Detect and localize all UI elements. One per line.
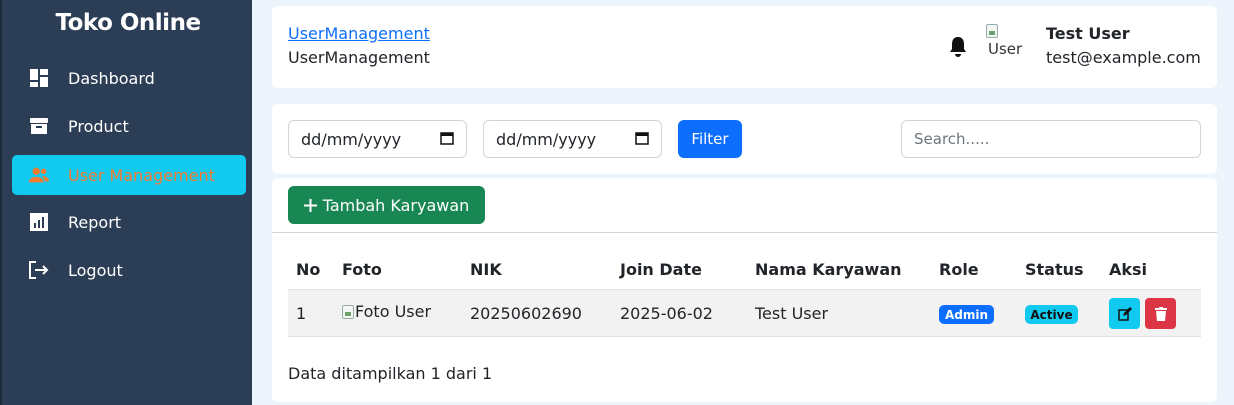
edit-icon xyxy=(1117,306,1132,321)
sidebar-item-report[interactable]: Report xyxy=(12,202,246,242)
header-card: UserManagement UserManagement User Test … xyxy=(272,6,1217,88)
trash-icon xyxy=(1154,306,1167,321)
pagination-info: Data ditampilkan 1 dari 1 xyxy=(288,364,493,383)
broken-image-icon xyxy=(986,24,998,38)
add-employee-label: Tambah Karyawan xyxy=(322,195,470,215)
column-header-foto: Foto xyxy=(342,260,382,279)
avatar[interactable]: User xyxy=(986,24,1026,64)
archive-icon xyxy=(28,115,50,137)
role-badge: Admin xyxy=(939,305,994,324)
calendar-icon[interactable] xyxy=(440,130,454,149)
logout-icon xyxy=(28,259,50,281)
plus-icon xyxy=(303,198,317,212)
column-header-nik: NIK xyxy=(470,260,502,279)
sidebar: Toko Online Dashboard Product User Manag… xyxy=(0,0,252,405)
cell-foto: Foto User xyxy=(342,302,431,321)
date-placeholder: dd/mm/yyyy xyxy=(496,129,597,149)
breadcrumb-link[interactable]: UserManagement xyxy=(288,24,430,43)
sidebar-item-label: Logout xyxy=(68,260,123,280)
column-header-status: Status xyxy=(1025,260,1084,279)
column-header-join-date: Join Date xyxy=(620,260,702,279)
user-name: Test User xyxy=(1046,24,1130,43)
cell-nama: Test User xyxy=(755,304,829,323)
user-email: test@example.com xyxy=(1046,48,1201,67)
sidebar-item-label: Report xyxy=(68,212,122,232)
divider xyxy=(272,232,1217,233)
sidebar-item-label: Dashboard xyxy=(68,68,155,88)
search-input[interactable] xyxy=(901,120,1201,158)
end-date-input[interactable]: dd/mm/yyyy xyxy=(483,120,662,158)
cell-join-date: 2025-06-02 xyxy=(620,304,713,323)
filter-button[interactable]: Filter xyxy=(678,120,742,158)
brand-title: Toko Online xyxy=(55,10,201,36)
avatar-alt-text: User xyxy=(988,40,1023,58)
column-header-aksi: Aksi xyxy=(1109,260,1148,279)
chart-icon xyxy=(28,211,50,233)
column-header-no: No xyxy=(296,260,321,279)
status-badge: Active xyxy=(1025,305,1078,324)
main-card: Tambah Karyawan No Foto NIK Join Date Na… xyxy=(272,178,1217,402)
column-header-role: Role xyxy=(939,260,979,279)
users-icon xyxy=(28,164,50,186)
column-header-nama: Nama Karyawan xyxy=(755,260,902,279)
filter-card: dd/mm/yyyy dd/mm/yyyy Filter xyxy=(272,104,1217,174)
calendar-icon[interactable] xyxy=(635,130,649,149)
sidebar-item-logout[interactable]: Logout xyxy=(12,250,246,290)
bell-icon[interactable] xyxy=(948,36,968,62)
foto-alt-text: Foto User xyxy=(355,302,432,321)
sidebar-item-user-management[interactable]: User Management xyxy=(12,155,246,195)
edit-button[interactable] xyxy=(1109,298,1140,329)
dashboard-icon xyxy=(28,67,50,89)
broken-image-icon xyxy=(342,304,354,319)
delete-button[interactable] xyxy=(1145,298,1176,329)
sidebar-item-label: Product xyxy=(68,116,129,136)
cell-nik: 20250602690 xyxy=(470,304,582,323)
cell-no: 1 xyxy=(296,304,307,323)
sidebar-item-label: User Management xyxy=(68,165,215,185)
breadcrumb-current: UserManagement xyxy=(288,48,430,67)
date-placeholder: dd/mm/yyyy xyxy=(301,129,402,149)
sidebar-item-dashboard[interactable]: Dashboard xyxy=(12,58,246,98)
add-employee-button[interactable]: Tambah Karyawan xyxy=(288,186,485,224)
start-date-input[interactable]: dd/mm/yyyy xyxy=(288,120,467,158)
sidebar-item-product[interactable]: Product xyxy=(12,106,246,146)
